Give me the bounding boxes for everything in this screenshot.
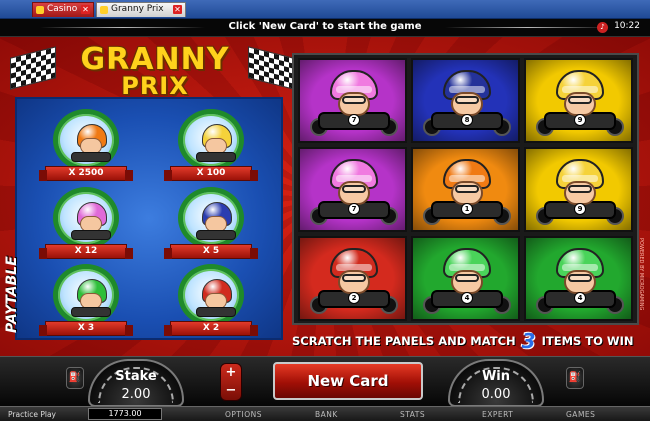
kart-number: 4 xyxy=(574,292,586,304)
glasses-icon xyxy=(342,96,366,104)
tab-granny-prix-close-icon[interactable]: ✕ xyxy=(173,5,182,14)
clock: 10:22 xyxy=(614,21,640,31)
stake-increase-button[interactable]: + xyxy=(221,364,241,382)
multiplier-ribbon: X 2500 xyxy=(39,166,133,181)
paytable-panel: X 2500 X 100 X 12 X 5 X 3 X 2 xyxy=(15,97,283,340)
tab-casino[interactable]: Casino ✕ xyxy=(32,2,94,17)
menu-stats[interactable]: STATS xyxy=(400,410,425,419)
laurel-wreath-icon xyxy=(178,187,244,249)
go-kart-icon xyxy=(196,230,236,240)
glasses-icon xyxy=(455,274,479,282)
info-bar: Click 'New Card' to start the game ♪ 10:… xyxy=(0,19,650,37)
multiplier-ribbon: X 12 xyxy=(39,244,133,259)
scratch-panel[interactable]: 1 xyxy=(411,147,520,232)
paytable-item: X 12 xyxy=(37,187,137,261)
scratch-panel[interactable]: 4 xyxy=(524,236,633,321)
tab-casino-label: Casino xyxy=(47,4,78,14)
kart-number: 1 xyxy=(461,203,473,215)
powered-by-text: POWERED BY MICROGAMING xyxy=(638,238,644,311)
control-console: ⛽ Stake 2.00 + − New Card Win 0.00 ⛽ xyxy=(0,356,650,407)
laurel-wreath-icon xyxy=(53,264,119,326)
scratch-panel[interactable]: 2 xyxy=(298,236,407,321)
glasses-icon xyxy=(568,185,592,193)
win-value: 0.00 xyxy=(481,387,511,402)
balance-display: 1773.00 xyxy=(88,408,162,420)
multiplier-ribbon: X 100 xyxy=(164,166,258,181)
stake-value: 2.00 xyxy=(121,387,151,402)
kart-number: 7 xyxy=(348,114,360,126)
stake-stepper: + − xyxy=(220,363,242,401)
laurel-wreath-icon xyxy=(178,109,244,171)
tab-casino-close-icon[interactable]: ✕ xyxy=(81,5,90,14)
multiplier-ribbon: X 5 xyxy=(164,244,258,259)
kart-number: 4 xyxy=(461,292,473,304)
glasses-icon xyxy=(568,96,592,104)
laurel-wreath-icon xyxy=(53,187,119,249)
glasses-icon xyxy=(455,96,479,104)
win-gauge: Win 0.00 xyxy=(448,359,544,407)
practice-play-label: Practice Play xyxy=(8,410,56,419)
browser-tab-bar: Casino ✕ Granny Prix ✕ xyxy=(0,0,650,19)
win-label: Win xyxy=(481,369,511,384)
paytable-label: PAYTABLE xyxy=(4,256,20,333)
menu-options[interactable]: OPTIONS xyxy=(225,410,262,419)
multiplier-ribbon: X 2 xyxy=(164,321,258,336)
kart-number: 8 xyxy=(461,114,473,126)
paytable-item: X 2 xyxy=(162,264,262,338)
scratch-panel[interactable]: 8 xyxy=(411,58,520,143)
fuel-pump-icon: ⛽ xyxy=(66,367,84,389)
paytable-item: X 5 xyxy=(162,187,262,261)
glasses-icon xyxy=(342,185,366,193)
scratch-card-grid: 7 8 9 7 1 9 2 4 4 xyxy=(292,53,639,325)
laurel-wreath-icon xyxy=(178,264,244,326)
scratch-instruction-suffix: ITEMS TO WIN xyxy=(541,334,634,348)
scratch-panel[interactable]: 4 xyxy=(411,236,520,321)
menu-expert[interactable]: EXPERT xyxy=(482,410,513,419)
status-bar: Practice Play 1773.00 OPTIONS BANK STATS… xyxy=(0,406,650,421)
scratch-panel[interactable]: 9 xyxy=(524,147,633,232)
stake-decrease-button[interactable]: − xyxy=(221,382,241,400)
scratch-instruction-text: SCRATCH THE PANELS AND MATCH xyxy=(292,334,516,348)
menu-games[interactable]: GAMES xyxy=(566,410,595,419)
go-kart-icon xyxy=(71,307,111,317)
tab-granny-prix-label: Granny Prix xyxy=(111,4,164,14)
stake-gauge: Stake 2.00 xyxy=(88,359,184,407)
casino-favicon-icon xyxy=(36,6,44,14)
go-kart-icon xyxy=(196,152,236,162)
kart-number: 2 xyxy=(348,292,360,304)
kart-number: 9 xyxy=(574,203,586,215)
tab-granny-prix[interactable]: Granny Prix ✕ xyxy=(96,2,186,17)
scratch-instruction: SCRATCH THE PANELS AND MATCH 3 ITEMS TO … xyxy=(292,330,642,352)
match-count: 3 xyxy=(521,329,536,353)
scratch-panel[interactable]: 7 xyxy=(298,147,407,232)
scratch-panel[interactable]: 7 xyxy=(298,58,407,143)
go-kart-icon xyxy=(71,230,111,240)
go-kart-icon xyxy=(71,152,111,162)
sound-icon[interactable]: ♪ xyxy=(597,22,608,33)
fuel-pump-icon: ⛽ xyxy=(566,367,584,389)
paytable-item: X 100 xyxy=(162,109,262,183)
multiplier-ribbon: X 3 xyxy=(39,321,133,336)
scratch-panel[interactable]: 9 xyxy=(524,58,633,143)
glasses-icon xyxy=(568,274,592,282)
granny-prix-favicon-icon xyxy=(100,6,108,14)
go-kart-icon xyxy=(196,307,236,317)
glasses-icon xyxy=(342,274,366,282)
kart-number: 7 xyxy=(348,203,360,215)
glasses-icon xyxy=(455,185,479,193)
paytable-item: X 2500 xyxy=(37,109,137,183)
game-window: Casino ✕ Granny Prix ✕ Click 'New Card' … xyxy=(0,0,650,421)
new-card-button[interactable]: New Card xyxy=(273,362,423,400)
laurel-wreath-icon xyxy=(53,109,119,171)
info-divider-right xyxy=(445,27,610,28)
menu-bank[interactable]: BANK xyxy=(315,410,338,419)
paytable-item: X 3 xyxy=(37,264,137,338)
stake-label: Stake xyxy=(115,369,157,384)
kart-number: 9 xyxy=(574,114,586,126)
logo-title-line2: PRIX xyxy=(121,72,189,100)
